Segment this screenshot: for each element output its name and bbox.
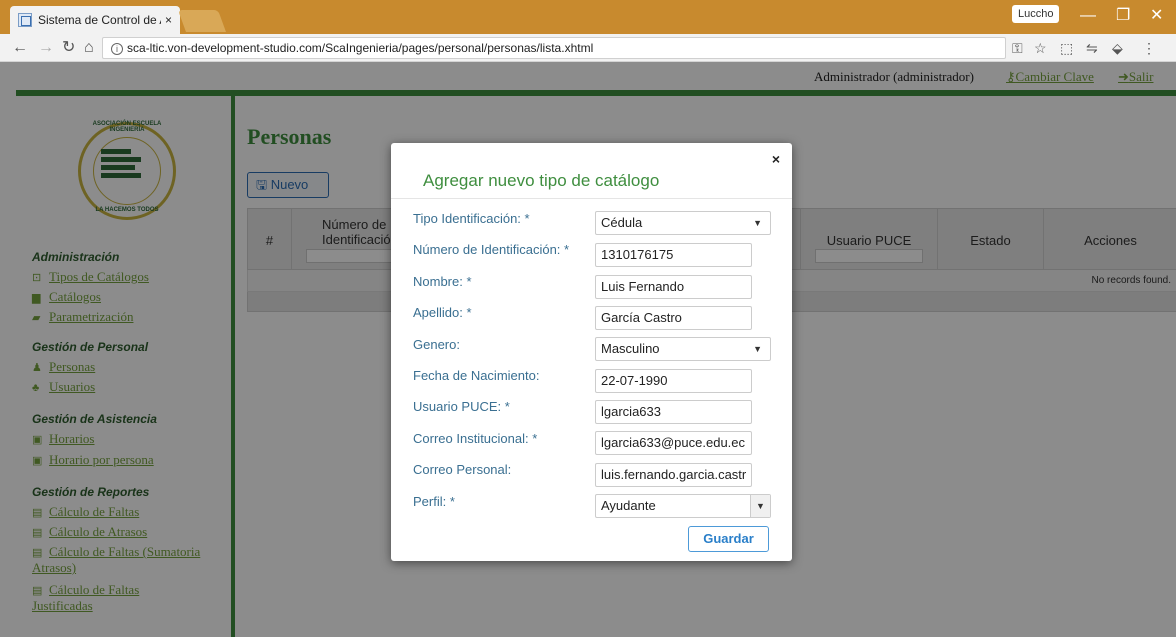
field-label-fecha-nacimiento: Fecha de Nacimiento: (413, 368, 539, 383)
perfil-select[interactable]: Ayudante ▼ (595, 494, 771, 518)
label-text: Número de Identificación: (413, 242, 561, 257)
star-icon[interactable]: ☆ (1034, 40, 1047, 56)
tab-close-icon[interactable]: × (165, 13, 172, 27)
select-value: Cédula (601, 215, 643, 230)
required-marker: * (524, 211, 530, 226)
browser-titlebar: Sistema de Control de A × Luccho — ❐ ✕ (0, 0, 1176, 34)
usuario-puce-input[interactable]: lgarcia633 (595, 400, 752, 424)
correo-personal-input[interactable]: luis.fernando.garcia.castr (595, 463, 752, 487)
correo-institucional-input[interactable]: lgarcia633@puce.edu.ec (595, 431, 752, 455)
label-text: Tipo Identificación: (413, 211, 521, 226)
add-person-dialog: Agregar nuevo tipo de catálogo × Tipo Id… (391, 143, 792, 561)
field-label-tipo-identificacion: Tipo Identificación: * (413, 211, 530, 226)
field-label-correo-institucional: Correo Institucional: * (413, 431, 537, 446)
new-tab-button[interactable] (177, 10, 227, 32)
required-marker: * (466, 305, 472, 320)
dialog-title: Agregar nuevo tipo de catálogo (423, 171, 660, 190)
field-label-nombre: Nombre: * (413, 274, 472, 289)
field-label-numero-identificacion: Número de Identificación: * (413, 242, 569, 257)
apellido-input[interactable]: García Castro (595, 306, 752, 330)
browser-tab[interactable]: Sistema de Control de A × (10, 6, 180, 34)
label-text: Genero: (413, 337, 460, 352)
label-text: Usuario PUCE: (413, 399, 502, 414)
key-icon[interactable]: ⚿ (1012, 40, 1023, 56)
page-favicon-icon (18, 13, 32, 27)
field-label-correo-personal: Correo Personal: (413, 462, 511, 477)
field-label-usuario-puce: Usuario PUCE: * (413, 399, 510, 414)
tab-title: Sistema de Control de A (38, 13, 161, 27)
label-text: Fecha de Nacimiento: (413, 368, 540, 383)
browser-toolbar: ← → ↻ ⌂ i sca-ltic.von-development-studio… (0, 34, 1176, 62)
numero-identificacion-input[interactable]: 1310176175 (595, 243, 752, 267)
required-marker: * (532, 431, 538, 446)
forward-arrow-icon[interactable]: → (38, 39, 54, 57)
extension-icon[interactable]: ⬚ (1060, 40, 1073, 56)
required-marker: * (504, 399, 510, 414)
menu-icon[interactable]: ⋮ (1142, 40, 1156, 56)
chevron-down-icon: ▼ (753, 344, 762, 354)
field-label-genero: Genero: (413, 337, 460, 352)
dialog-divider (391, 198, 792, 199)
save-button[interactable]: Guardar (688, 526, 769, 552)
field-label-perfil: Perfil: * (413, 494, 455, 509)
fecha-nacimiento-input[interactable]: 22-07-1990 (595, 369, 752, 393)
chevron-down-icon: ▼ (750, 495, 770, 517)
minimize-icon[interactable]: — (1080, 6, 1096, 26)
url-text: sca-ltic.von-development-studio.com/ScaI… (127, 41, 594, 55)
info-icon[interactable]: i (111, 43, 123, 55)
label-text: Correo Personal: (413, 462, 512, 477)
reload-icon[interactable]: ↻ (62, 39, 75, 57)
maximize-icon[interactable]: ❐ (1116, 6, 1130, 26)
required-marker: * (449, 494, 455, 509)
close-icon[interactable]: × (772, 151, 780, 167)
required-marker: * (564, 242, 570, 257)
extension-icon[interactable]: ⬙ (1112, 40, 1123, 56)
address-bar[interactable]: i sca-ltic.von-development-studio.com/Sca… (102, 37, 1006, 59)
field-label-apellido: Apellido: * (413, 305, 472, 320)
profile-badge[interactable]: Luccho (1012, 5, 1060, 23)
select-value: Ayudante (601, 498, 656, 513)
back-arrow-icon[interactable]: ← (12, 39, 28, 57)
nombre-input[interactable]: Luis Fernando (595, 275, 752, 299)
label-text: Correo Institucional: (413, 431, 529, 446)
home-icon[interactable]: ⌂ (84, 39, 94, 57)
close-window-icon[interactable]: ✕ (1150, 6, 1163, 26)
extension-icon[interactable]: ⇋ (1086, 40, 1098, 56)
tipo-identificacion-select[interactable]: Cédula ▼ (595, 211, 771, 235)
genero-select[interactable]: Masculino ▼ (595, 337, 771, 361)
chevron-down-icon: ▼ (753, 218, 762, 228)
select-value: Masculino (601, 341, 660, 356)
required-marker: * (466, 274, 472, 289)
label-text: Apellido: (413, 305, 463, 320)
label-text: Nombre: (413, 274, 463, 289)
label-text: Perfil: (413, 494, 447, 509)
